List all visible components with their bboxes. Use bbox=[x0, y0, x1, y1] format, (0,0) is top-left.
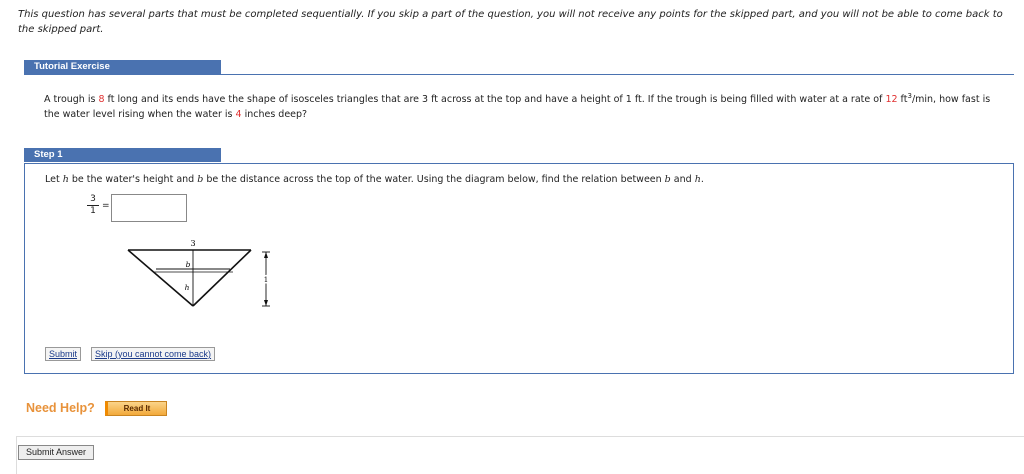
trough-left-edge bbox=[127, 249, 194, 307]
h-label: h bbox=[185, 283, 190, 292]
need-help-label: Need Help? bbox=[26, 401, 95, 415]
height-arrow-up bbox=[264, 252, 268, 258]
trough-right-edge bbox=[192, 249, 252, 307]
equals-sign: = bbox=[102, 201, 110, 211]
read-it-button[interactable]: Read It bbox=[105, 401, 167, 416]
tutorial-exercise-tab: Tutorial Exercise bbox=[24, 60, 221, 74]
skip-step-button[interactable]: Skip (you cannot come back) bbox=[91, 347, 216, 361]
height-dimension-label: 1 bbox=[264, 276, 268, 284]
submit-step-button[interactable]: Submit bbox=[45, 347, 82, 361]
bottom-left-divider bbox=[16, 436, 17, 474]
height-arrow-down bbox=[264, 300, 268, 306]
fraction-denominator: 1 bbox=[90, 206, 96, 216]
answer-input[interactable] bbox=[111, 194, 187, 222]
step-1-panel: Let h be the water's height and b be the… bbox=[24, 163, 1014, 374]
b-label: b bbox=[186, 260, 191, 269]
step-instruction: Let h be the water's height and b be the… bbox=[45, 174, 704, 185]
top-width-label: 3 bbox=[190, 239, 195, 248]
trough-diagram: 3 b h 1 1 bbox=[127, 239, 270, 307]
step-1-tab: Step 1 bbox=[24, 148, 221, 162]
skip-warning-notice: This question has several parts that mus… bbox=[18, 9, 1003, 35]
submit-answer-button[interactable]: Submit Answer bbox=[18, 445, 94, 460]
bottom-divider bbox=[16, 436, 1024, 437]
fraction-numerator: 3 bbox=[87, 195, 99, 206]
problem-statement: A trough is 8 ft long and its ends have … bbox=[44, 92, 991, 121]
tutorial-rule bbox=[24, 74, 1014, 75]
fraction-3-over-1: 3 1 bbox=[87, 195, 99, 216]
fill-rate-value: 12 bbox=[885, 94, 898, 106]
